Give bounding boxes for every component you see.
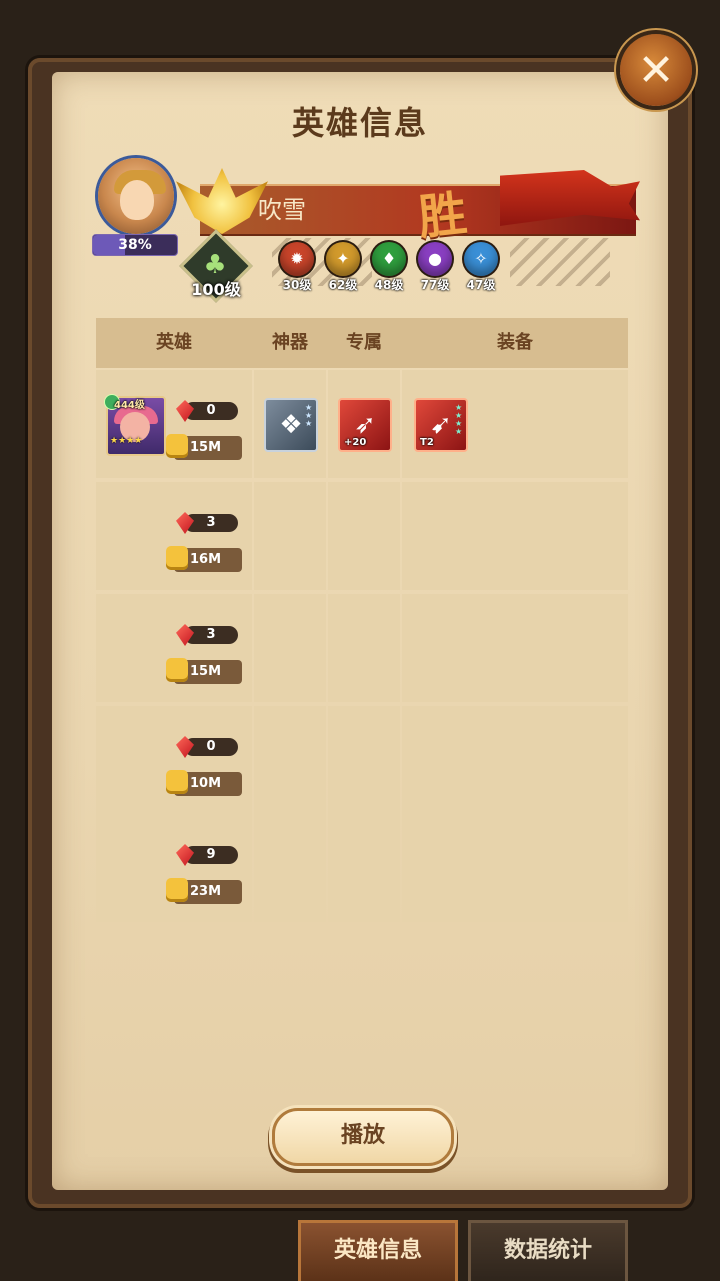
artifact-item[interactable]: ❖ ★ ★ ★: [264, 398, 318, 452]
artifact-cell: ❖ ★ ★ ★: [254, 370, 326, 478]
fist-icon: [166, 878, 188, 902]
mauler-icon: ✦: [326, 242, 360, 276]
hero-cell: 3 15M: [96, 594, 252, 702]
column-header-hero: 英雄: [156, 332, 192, 353]
fist-icon: [166, 546, 188, 570]
victory-mark: 胜: [415, 185, 470, 247]
faction-mauler: ✦ 62级: [324, 240, 362, 296]
fist-icon: [166, 658, 188, 682]
artifact-cell: [254, 482, 326, 590]
lightbearer-icon: ✹: [280, 242, 314, 276]
faction-graveborn: ● 77级: [416, 240, 454, 296]
hero-cell: 0 10M: [96, 706, 252, 814]
tab-hero-info[interactable]: 英雄信息: [298, 1220, 458, 1281]
faction-wilder: ♦ 48级: [370, 240, 408, 296]
table-row[interactable]: 9 23M: [96, 814, 628, 922]
dialog-title: 英雄信息: [291, 104, 428, 142]
hero-table: 英雄 神器 专属 装备 444级 ★★★★ 0 15M ❖ ★ ★ ★ ➶ +2…: [96, 318, 628, 922]
hero-cell: 444级 ★★★★ 0 15M: [96, 370, 252, 478]
exclusive-item[interactable]: ➶ +20: [338, 398, 392, 452]
hero-level: 444级: [114, 400, 145, 411]
banner-ornament: [510, 238, 610, 286]
column-header-exclusive: 专属: [346, 332, 382, 353]
player-avatar[interactable]: [92, 158, 178, 240]
player-name: 吹雪: [258, 196, 306, 224]
exclusive-cell: ➶ +20: [328, 370, 400, 478]
table-row[interactable]: 444级 ★★★★ 0 15M ❖ ★ ★ ★ ➶ +20 ➹ T2 ★ ★ ★ ★: [96, 370, 628, 478]
wilder-icon: ♦: [372, 242, 406, 276]
column-header-artifact: 神器: [272, 332, 308, 353]
player-level: 100级: [191, 280, 241, 299]
equipment-cell: [402, 594, 628, 702]
table-header: 英雄 神器 专属 装备: [96, 318, 628, 368]
column-header-equipment: 装备: [497, 332, 533, 353]
equipment-item[interactable]: ➹ T2 ★ ★ ★ ★: [414, 398, 468, 452]
equipment-tier: T2: [420, 437, 434, 448]
exclusive-cell: [328, 594, 400, 702]
player-progress: 38%: [92, 234, 178, 256]
table-row[interactable]: 3 15M: [96, 594, 628, 702]
fist-icon: [166, 770, 188, 794]
table-row[interactable]: 0 10M: [96, 706, 628, 814]
exclusive-cell: [328, 814, 400, 922]
faction-celestial: ✧ 47级: [462, 240, 500, 296]
fist-icon: [166, 434, 188, 458]
artifact-cell: [254, 706, 326, 814]
celestial-icon: ✧: [464, 242, 498, 276]
equipment-cell: [402, 814, 628, 922]
hero-cell: 9 23M: [96, 814, 252, 922]
hero-stars: ★★★★: [110, 436, 143, 446]
equipment-cell: [402, 706, 628, 814]
equipment-cell: ➹ T2 ★ ★ ★ ★: [402, 370, 628, 478]
close-button[interactable]: ✕: [620, 34, 692, 106]
close-icon: ✕: [637, 44, 675, 96]
exclusive-enhance: +20: [344, 437, 367, 448]
player-progress-label: 38%: [118, 237, 152, 253]
exclusive-cell: [328, 706, 400, 814]
artifact-cell: [254, 594, 326, 702]
artifact-cell: [254, 814, 326, 922]
graveborn-icon: ●: [418, 242, 452, 276]
play-button[interactable]: 播放: [272, 1108, 454, 1166]
equipment-cell: [402, 482, 628, 590]
faction-lightbearer: ✹ 30级: [278, 240, 316, 296]
tab-statistics[interactable]: 数据统计: [468, 1220, 628, 1281]
exclusive-cell: [328, 482, 400, 590]
table-row[interactable]: 3 16M: [96, 482, 628, 590]
hero-cell: 3 16M: [96, 482, 252, 590]
